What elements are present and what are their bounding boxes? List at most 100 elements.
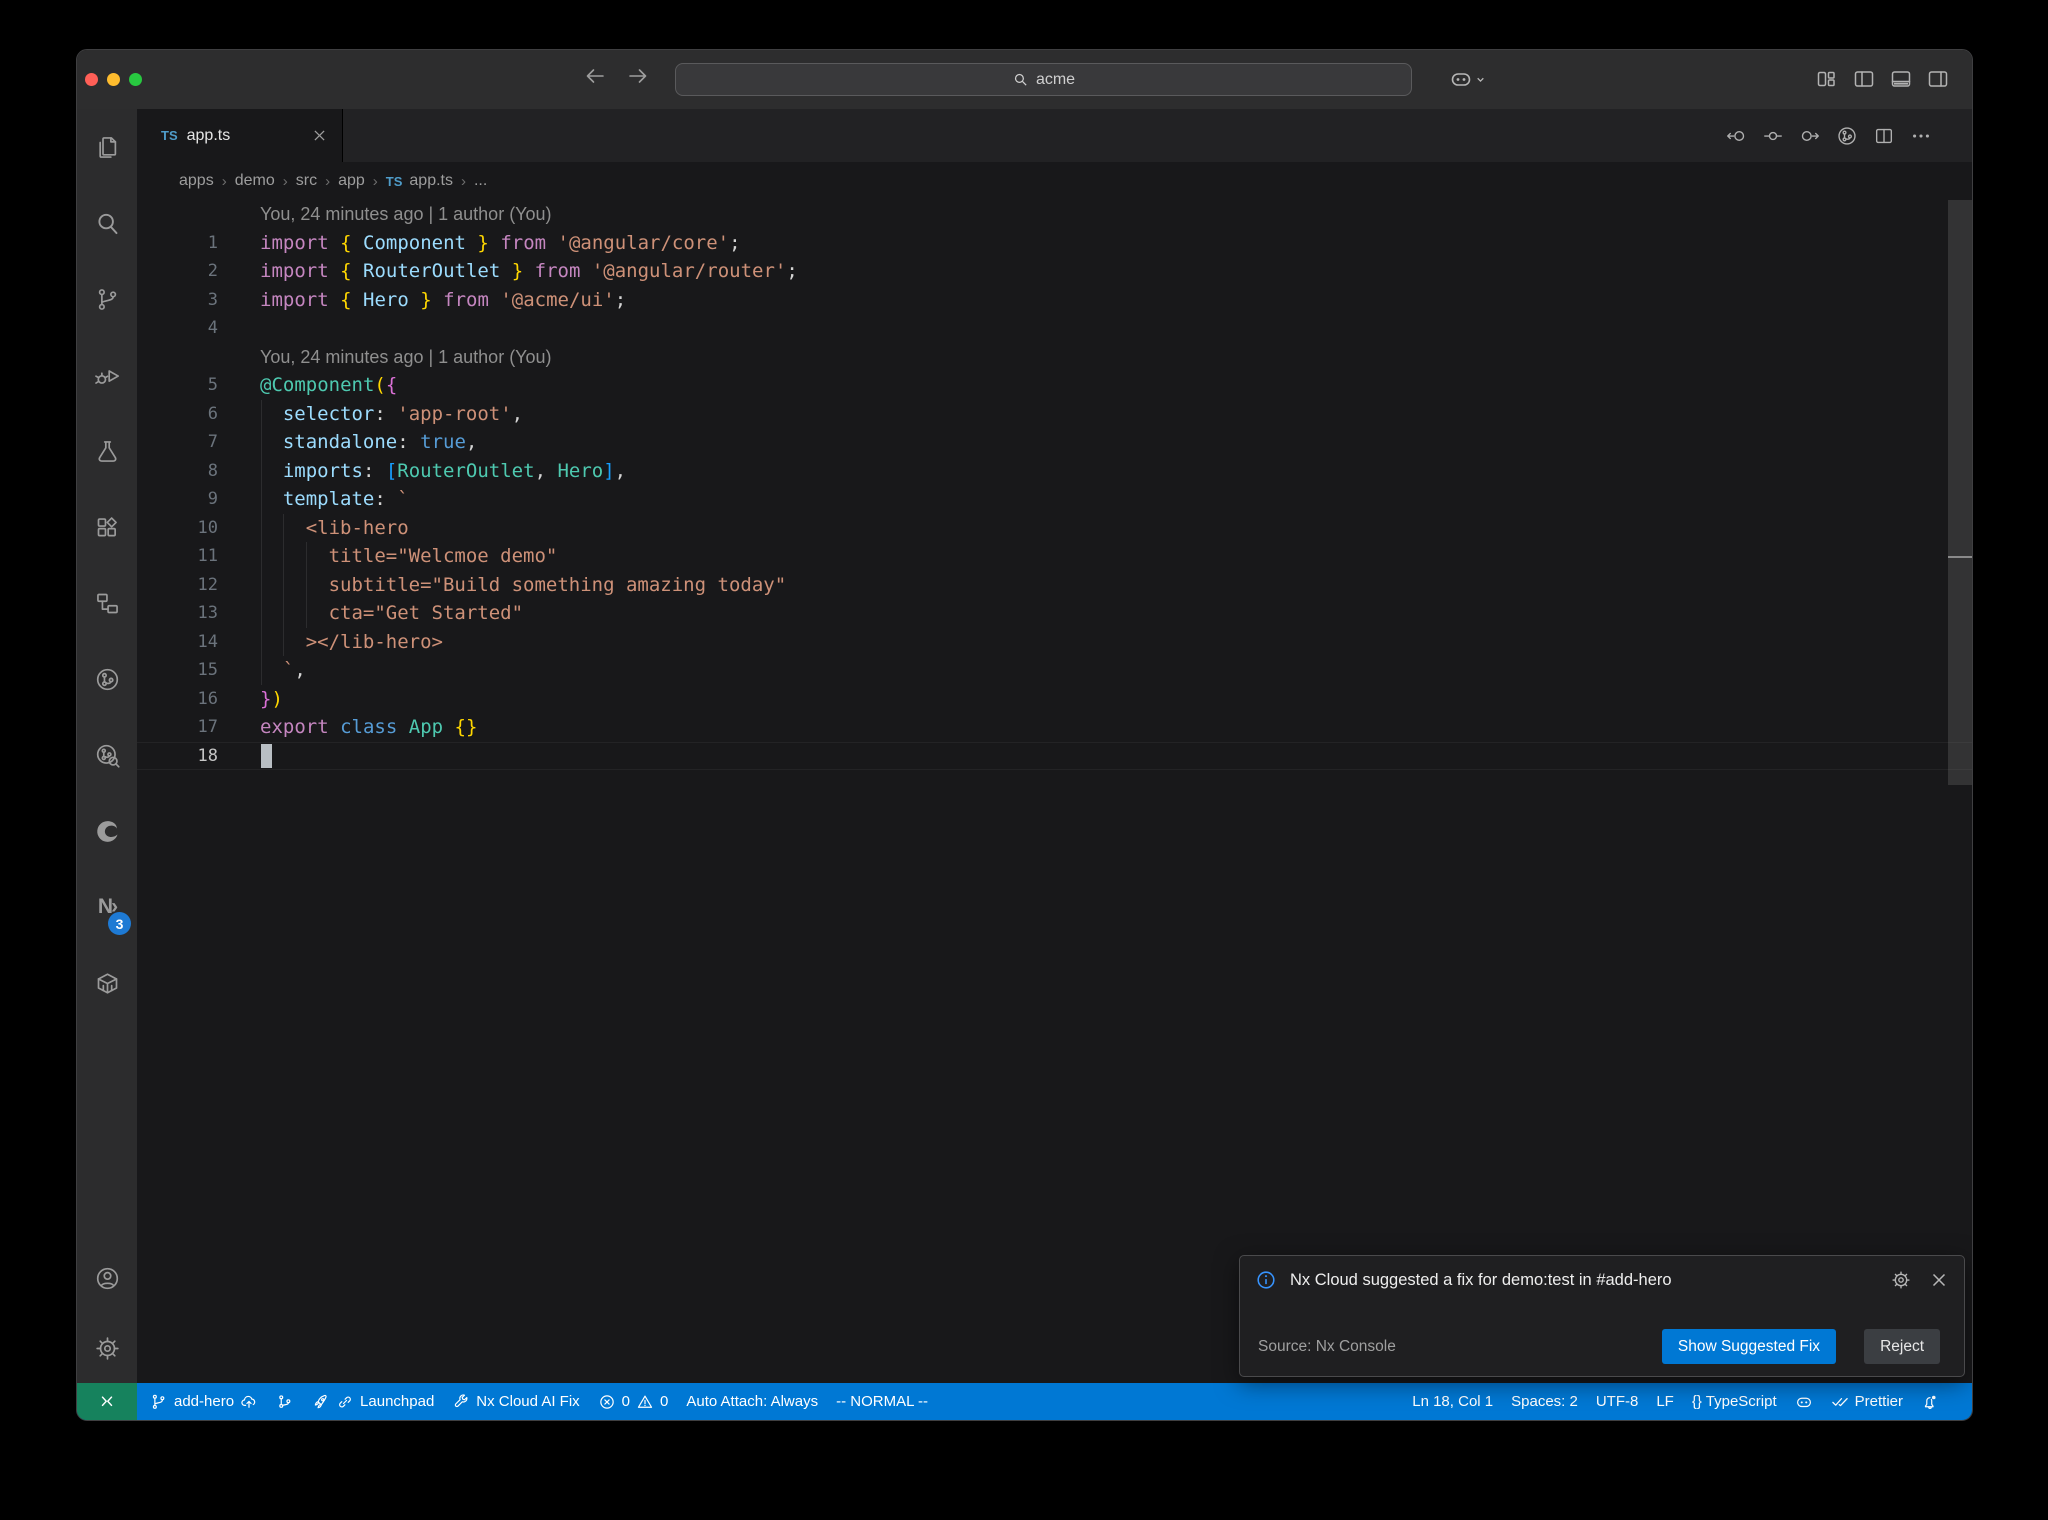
status-problems[interactable]: 00 [589, 1383, 678, 1420]
code-line[interactable]: 4 [137, 314, 1972, 343]
breadcrumb-file[interactable]: TS app.ts [386, 172, 453, 190]
indent-guide [260, 656, 262, 685]
code-line[interactable]: 7 standalone: true, [137, 428, 1972, 457]
breadcrumb-separator-icon: › [282, 172, 288, 190]
toggle-secondary-sidebar-icon[interactable] [1926, 67, 1950, 91]
notification-close-icon[interactable] [1928, 1269, 1950, 1291]
breadcrumb-item[interactable]: app [338, 172, 365, 190]
code-line[interactable]: 10 <lib-hero [137, 513, 1972, 542]
code-line[interactable]: 12 subtitle="Build something amazing toda… [137, 570, 1972, 599]
notification-settings-gear-icon[interactable] [1890, 1269, 1912, 1291]
code-line[interactable]: 9 template: ` [137, 485, 1972, 514]
split-editor-icon[interactable] [1873, 125, 1895, 147]
line-content: <lib-hero [260, 513, 1972, 542]
copilot-menu[interactable] [1449, 67, 1488, 91]
activity-item-testing[interactable] [77, 413, 137, 489]
activity-item-extensions[interactable] [77, 489, 137, 565]
code-line[interactable]: 3 import { Hero } from '@acme/ui'; [137, 286, 1972, 315]
activity-item-search[interactable] [77, 185, 137, 261]
status-text: 0 [621, 1393, 631, 1410]
copilot-icon [1795, 1393, 1813, 1411]
activity-item-nx-console[interactable]: N› 3 [77, 869, 137, 945]
breadcrumb-item[interactable]: apps [179, 172, 214, 190]
code-line[interactable]: 2 import { RouterOutlet } from '@angular/… [137, 257, 1972, 286]
status-nx-cloud-ai-fix[interactable]: Nx Cloud AI Fix [443, 1383, 588, 1420]
code-line[interactable]: 5 @Component({ [137, 371, 1972, 400]
status-notifications[interactable] [1912, 1383, 1948, 1420]
navigate-forward-icon[interactable] [626, 64, 650, 88]
indent-guide [260, 428, 262, 457]
activity-item-settings[interactable] [77, 1313, 137, 1383]
status-remote-indicator[interactable] [77, 1383, 137, 1420]
commit-node-icon[interactable] [1762, 125, 1784, 147]
indent-guide [260, 513, 262, 542]
error-icon [598, 1393, 616, 1411]
close-tab-icon[interactable] [311, 127, 328, 144]
line-content: title="Welcmoe demo" [260, 542, 1972, 571]
more-actions-icon[interactable] [1910, 125, 1932, 147]
breadcrumb-item[interactable]: src [296, 172, 317, 190]
code-text: subtitle="Build something amazing today" [328, 573, 787, 596]
toggle-primary-sidebar-icon[interactable] [1852, 67, 1876, 91]
toggle-panel-icon[interactable] [1889, 67, 1913, 91]
line-number: 6 [207, 403, 218, 424]
reject-button[interactable]: Reject [1864, 1329, 1940, 1364]
code-line[interactable]: 1 import { Component } from '@angular/cor… [137, 229, 1972, 258]
close-window-button[interactable] [85, 73, 98, 86]
activity-item-containers[interactable] [77, 945, 137, 1021]
activity-bar: N› 3 [77, 109, 137, 1383]
code-line[interactable]: 14 ></lib-hero> [137, 627, 1972, 656]
status-encoding[interactable]: UTF-8 [1587, 1383, 1648, 1420]
zoom-window-button[interactable] [129, 73, 142, 86]
line-number: 11 [197, 546, 218, 566]
line-number: 12 [197, 574, 218, 595]
status-commit-graph[interactable] [267, 1383, 303, 1420]
minimize-window-button[interactable] [107, 73, 120, 86]
indent-guide [283, 513, 285, 542]
open-changes-next-icon[interactable] [1799, 125, 1821, 147]
breadcrumb-symbol-tail[interactable]: ... [474, 172, 487, 190]
status-auto-attach[interactable]: Auto Attach: Always [677, 1383, 827, 1420]
show-suggested-fix-button[interactable]: Show Suggested Fix [1661, 1329, 1837, 1364]
status-eol[interactable]: LF [1647, 1383, 1683, 1420]
code-line[interactable]: 15 `, [137, 656, 1972, 685]
customize-layout-icon[interactable] [1815, 67, 1839, 91]
activity-item-run-debug[interactable] [77, 337, 137, 413]
activity-item-accounts[interactable] [77, 1243, 137, 1313]
code-editor[interactable]: You, 24 minutes ago | 1 author (You) 1 imp… [137, 200, 1972, 1383]
status-vim-mode[interactable]: -- NORMAL -- [827, 1383, 937, 1420]
indent-guide [260, 599, 262, 628]
line-number: 17 [197, 717, 218, 737]
activity-item-gitlens[interactable] [77, 641, 137, 717]
activity-item-edge-devtools[interactable] [77, 793, 137, 869]
activity-item-gitlens-inspect[interactable] [77, 717, 137, 793]
breadcrumb-item[interactable]: demo [235, 172, 275, 190]
open-changes-previous-icon[interactable] [1725, 125, 1747, 147]
code-text: }) [260, 687, 283, 710]
command-center-search[interactable]: acme [675, 63, 1412, 96]
status-language[interactable]: {} TypeScript [1683, 1383, 1786, 1420]
editor-scrollbar[interactable] [1948, 200, 1972, 785]
line-number: 5 [207, 375, 218, 395]
navigate-back-icon[interactable] [583, 64, 607, 88]
code-line[interactable]: 8 imports: [RouterOutlet, Hero], [137, 456, 1972, 485]
status-branch[interactable]: add-hero [141, 1383, 267, 1420]
info-icon [1255, 1269, 1277, 1291]
tab-app-ts[interactable]: TS app.ts [137, 109, 343, 162]
status-launchpad[interactable]: Launchpad [303, 1383, 443, 1420]
activity-item-explorer[interactable] [77, 109, 137, 185]
status-copilot[interactable] [1786, 1383, 1822, 1420]
code-line[interactable]: 17 export class App {} [137, 713, 1972, 742]
activity-item-source-control[interactable] [77, 261, 137, 337]
activity-item-project-structure[interactable] [77, 565, 137, 641]
status-indentation[interactable]: Spaces: 2 [1502, 1383, 1587, 1420]
editor-group: TS app.ts apps › demo › src › app › TS app.ts ›...… [137, 109, 1972, 1383]
code-line[interactable]: 11 title="Welcmoe demo" [137, 542, 1972, 571]
code-line[interactable]: 13 cta="Get Started" [137, 599, 1972, 628]
code-line[interactable]: 6 selector: 'app-root', [137, 399, 1972, 428]
status-cursor-position[interactable]: Ln 18, Col 1 [1403, 1383, 1502, 1420]
status-formatter[interactable]: Prettier [1822, 1383, 1912, 1420]
commit-graph-icon[interactable] [1836, 125, 1858, 147]
code-line[interactable]: 16}) [137, 685, 1972, 714]
code-line[interactable]: 18 [137, 742, 1972, 771]
